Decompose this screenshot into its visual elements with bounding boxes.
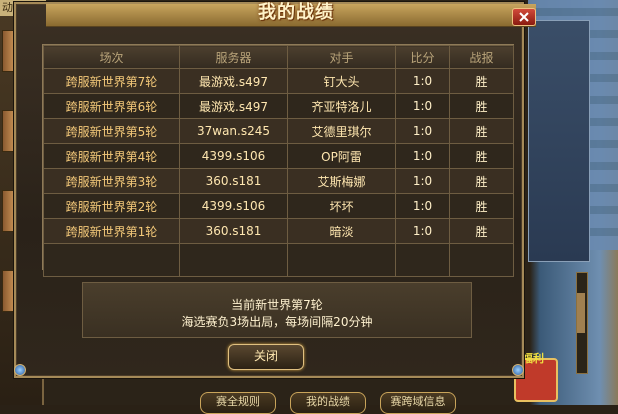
cell-score: 1:0 [395,143,450,169]
cell-opponent: 齐亚特洛儿 [287,93,396,119]
cell-opponent: OP阿雷 [287,143,396,169]
cell-report-link[interactable]: 胜 [449,68,514,94]
cell-score: 1:0 [395,118,450,144]
battle-record-dialog: 我的战绩 场次 服务器 对手 比分 战报 跨服新世界第7轮 最游戏.s497 钉… [14,2,536,378]
activity-thumbnail[interactable] [2,270,14,312]
activity-thumbnail[interactable] [2,190,14,232]
battle-record-table-frame: 场次 服务器 对手 比分 战报 跨服新世界第7轮 最游戏.s497 钉大头 1:… [42,44,514,277]
cell-score: 1:0 [395,93,450,119]
cell-opponent: 暗淡 [287,218,396,244]
cell-round: 跨服新世界第2轮 [43,193,180,219]
table-row: 跨服新世界第5轮 37wan.s245 艾德里琪尔 1:0 胜 [43,118,514,144]
close-icon[interactable] [512,8,536,26]
column-header-opponent: 对手 [287,45,396,69]
cell-opponent: 艾斯梅娜 [287,168,396,194]
cell-opponent: 艾德里琪尔 [287,118,396,144]
activity-thumbnail[interactable] [2,110,14,152]
cell-round: 跨服新世界第5轮 [43,118,180,144]
cell-round: 跨服新世界第1轮 [43,218,180,244]
rules-button[interactable]: 赛全规则 [200,392,276,414]
background-scrollbar[interactable] [576,272,588,374]
cell-score: 1:0 [395,168,450,194]
corner-ornament-icon [14,364,26,376]
cell-report-link[interactable]: 胜 [449,118,514,144]
cell-empty [287,243,396,277]
cell-report-link[interactable]: 胜 [449,218,514,244]
current-round-text: 当前新世界第7轮 [231,298,323,312]
cell-empty [179,243,288,277]
cell-server: 最游戏.s497 [179,93,288,119]
cell-round: 跨服新世界第4轮 [43,143,180,169]
table-row: 跨服新世界第6轮 最游戏.s497 齐亚特洛儿 1:0 胜 [43,93,514,119]
battle-record-table: 场次 服务器 对手 比分 战报 跨服新世界第7轮 最游戏.s497 钉大头 1:… [43,45,514,277]
activity-thumbnail[interactable] [2,30,14,72]
elimination-rule-text: 海选赛负3场出局，每场间隔20分钟 [181,315,373,329]
column-header-report: 战报 [449,45,514,69]
table-row: 跨服新世界第4轮 4399.s106 OP阿雷 1:0 胜 [43,143,514,169]
gift-label: 福利 [522,352,544,365]
background-side-panel [528,20,590,262]
cell-score: 1:0 [395,218,450,244]
cell-score: 1:0 [395,68,450,94]
cell-score: 1:0 [395,193,450,219]
cell-server: 360.s181 [179,168,288,194]
column-header-server: 服务器 [179,45,288,69]
corner-ornament-icon [512,364,524,376]
table-row-empty [43,243,514,277]
table-row: 跨服新世界第2轮 4399.s106 坏坏 1:0 胜 [43,193,514,219]
cell-empty [395,243,450,277]
cell-server: 4399.s106 [179,193,288,219]
dialog-title-bar[interactable]: 我的战绩 [46,2,536,27]
close-x-glyph [519,12,529,22]
table-header-row: 场次 服务器 对手 比分 战报 [43,45,514,69]
cell-server: 最游戏.s497 [179,68,288,94]
table-row: 跨服新世界第7轮 最游戏.s497 钉大头 1:0 胜 [43,68,514,94]
cell-server: 4399.s106 [179,143,288,169]
cell-empty [449,243,514,277]
close-button[interactable]: 关闭 [228,344,304,370]
scrollbar-thumb[interactable] [577,293,585,333]
table-row: 跨服新世界第1轮 360.s181 暗淡 1:0 胜 [43,218,514,244]
cell-opponent: 坏坏 [287,193,396,219]
dialog-title: 我的战绩 [258,2,334,23]
cell-round: 跨服新世界第3轮 [43,168,180,194]
cell-server: 37wan.s245 [179,118,288,144]
cell-round: 跨服新世界第7轮 [43,68,180,94]
cell-report-link[interactable]: 胜 [449,168,514,194]
cell-round: 跨服新世界第6轮 [43,93,180,119]
cell-report-link[interactable]: 胜 [449,93,514,119]
cell-empty [43,243,180,277]
table-row: 跨服新世界第3轮 360.s181 艾斯梅娜 1:0 胜 [43,168,514,194]
cell-report-link[interactable]: 胜 [449,193,514,219]
cell-opponent: 钉大头 [287,68,396,94]
cross-server-info-button[interactable]: 赛跨域信息 [380,392,456,414]
my-record-button[interactable]: 我的战绩 [290,392,366,414]
column-header-score: 比分 [395,45,450,69]
round-info-box: 当前新世界第7轮 海选赛负3场出局，每场间隔20分钟 [82,282,472,338]
cell-server: 360.s181 [179,218,288,244]
cell-report-link[interactable]: 胜 [449,143,514,169]
column-header-round: 场次 [43,45,180,69]
